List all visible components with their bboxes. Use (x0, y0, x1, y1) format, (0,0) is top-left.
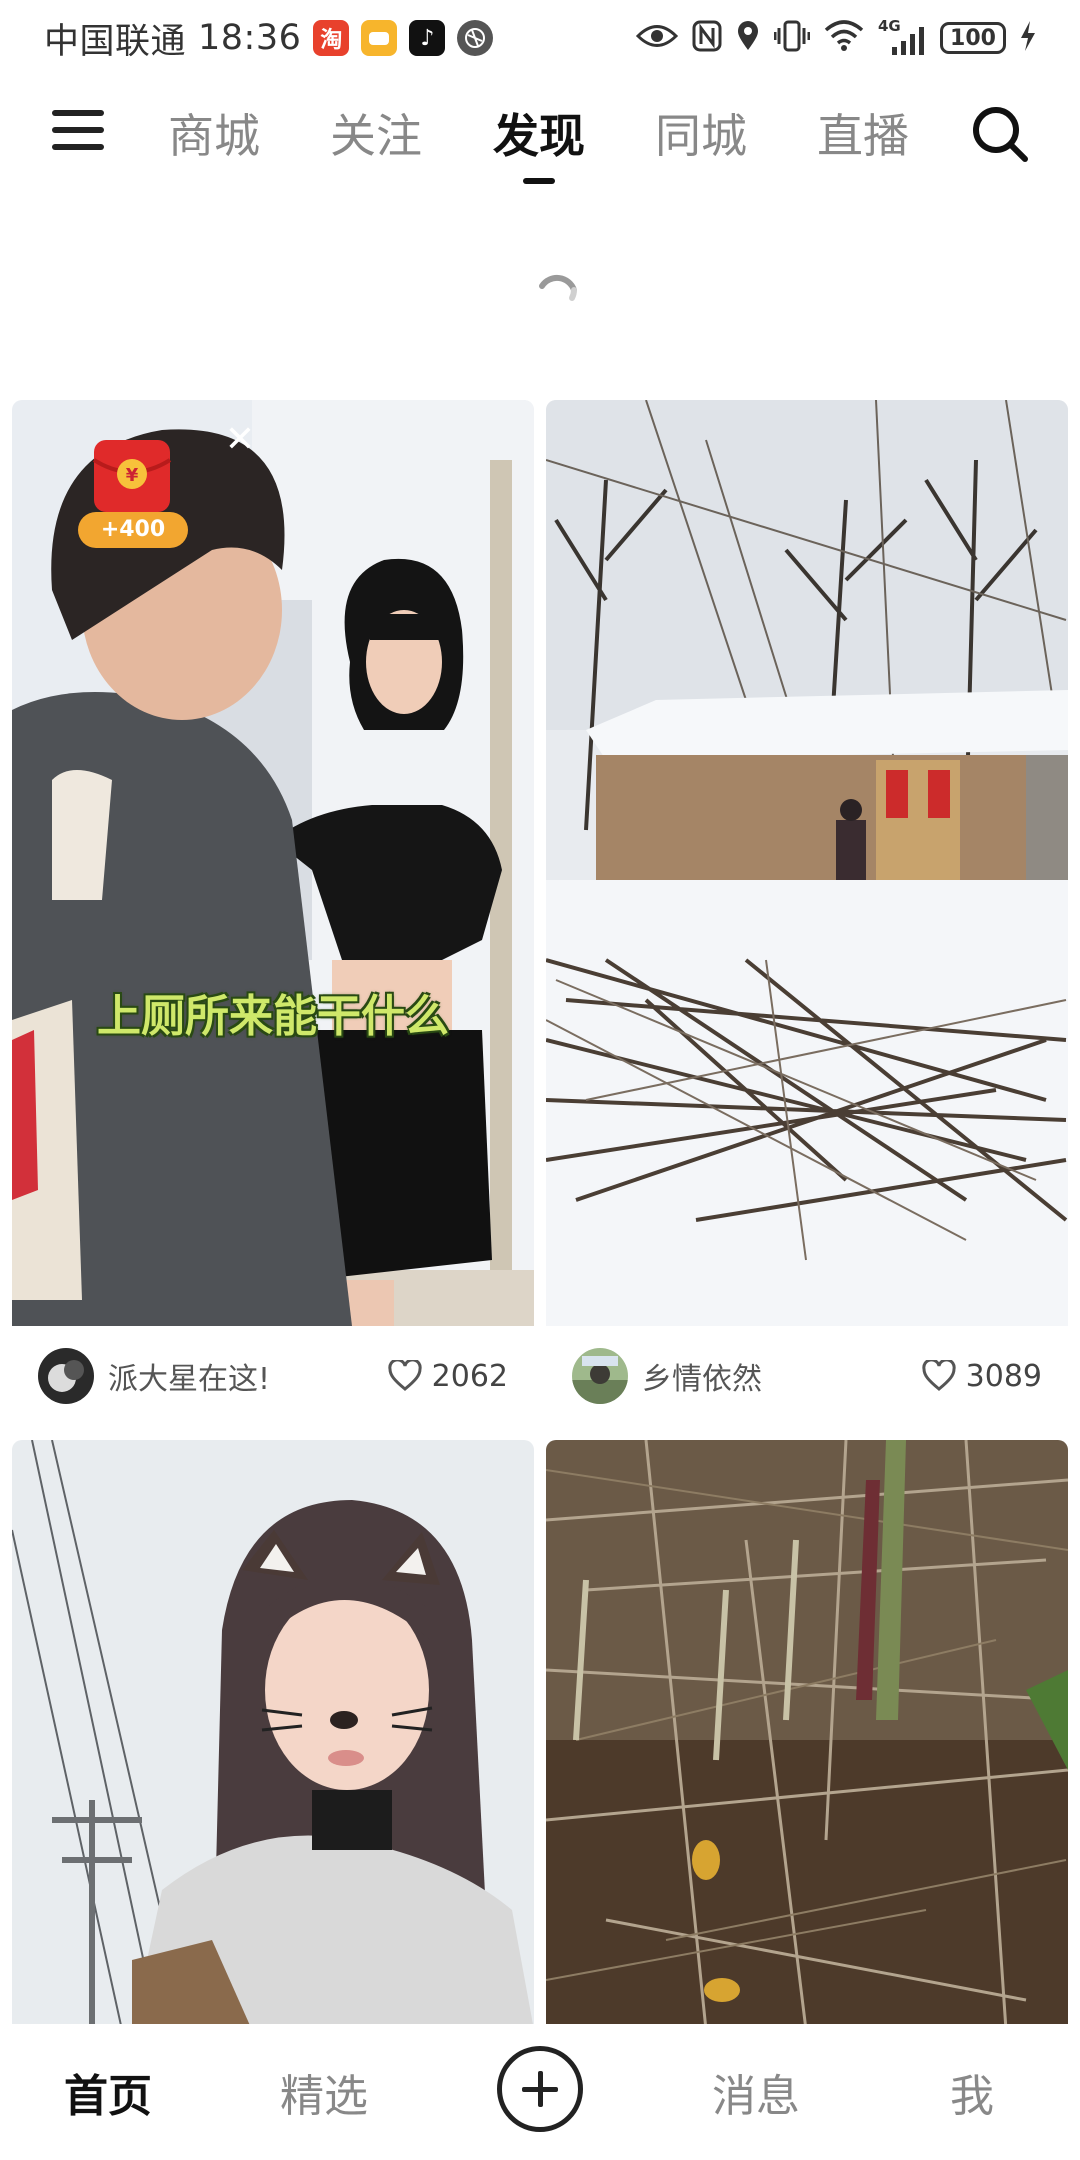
video-caption: 上厕所来能干什么 (97, 991, 449, 1042)
create-post-button[interactable] (497, 2046, 583, 2132)
taobao-icon: 淘 (313, 20, 350, 56)
author-name[interactable]: 乡情依然 (642, 1354, 762, 1398)
video-thumbnail[interactable] (546, 1440, 1068, 2030)
feed-card[interactable]: ¥ +400 ✕ 上厕所来能干什么 派大星在这! 2062 (12, 400, 534, 1426)
douyin-icon: ♪ (409, 20, 446, 56)
feed-card[interactable]: 乡情依然 3089 (546, 400, 1068, 1426)
like-button[interactable]: 3089 (922, 1359, 1042, 1394)
status-bar: 中国联通 18:36 淘 ♪ 4G 100 (0, 0, 1080, 76)
tab-discover[interactable]: 发现 (493, 100, 585, 184)
clock: 18:36 (198, 18, 302, 58)
refresh-spinner-icon (534, 266, 582, 314)
tab-discover-label: 发现 (493, 109, 585, 163)
hamburger-icon (52, 110, 104, 116)
like-button[interactable]: 2062 (388, 1359, 508, 1394)
avatar[interactable] (38, 1348, 94, 1404)
card-footer: 派大星在这! 2062 (12, 1326, 534, 1426)
author-name[interactable]: 派大星在这! (108, 1354, 270, 1398)
eye-icon (635, 23, 679, 53)
close-icon[interactable]: ✕ (220, 420, 260, 460)
bottom-nav: 首页 精选 消息 我 (0, 2024, 1080, 2160)
carrier-label: 中国联通 (44, 21, 187, 62)
avatar[interactable] (572, 1348, 628, 1404)
red-envelope-icon: ¥ (92, 440, 172, 512)
miniapp-icon (361, 20, 398, 56)
nav-featured[interactable]: 精选 (264, 2060, 384, 2124)
tab-following[interactable]: 关注 (330, 100, 422, 170)
heart-icon (922, 1360, 956, 1391)
tab-mall[interactable]: 商城 (168, 100, 260, 170)
charging-icon (1020, 21, 1036, 55)
card-footer: 乡情依然 3089 (546, 1326, 1068, 1426)
nav-me[interactable]: 我 (912, 2060, 1032, 2124)
nav-home[interactable]: 首页 (48, 2060, 168, 2124)
nav-messages[interactable]: 消息 (696, 2060, 816, 2124)
browser-icon (457, 20, 494, 56)
feed-card[interactable] (12, 1440, 534, 2030)
battery-icon: 100 (940, 22, 1006, 54)
svg-text:¥: ¥ (126, 465, 139, 486)
red-packet-reward[interactable]: ¥ +400 (78, 436, 188, 548)
red-packet-amount: +400 (78, 512, 188, 548)
menu-button[interactable] (52, 110, 104, 158)
video-thumbnail[interactable] (12, 1440, 534, 2030)
wifi-icon (824, 20, 864, 56)
nfc-icon (692, 20, 722, 56)
top-nav: 商城 关注 发现 同城 直播 (0, 90, 1080, 184)
active-tab-indicator (523, 178, 555, 184)
search-button[interactable] (970, 104, 1030, 164)
heart-icon (388, 1360, 422, 1391)
like-count: 2062 (431, 1358, 508, 1394)
cellular-signal-icon: 4G (878, 17, 926, 55)
video-thumbnail[interactable] (546, 400, 1068, 1326)
vibrate-icon (773, 20, 811, 56)
search-icon (973, 107, 1028, 162)
tab-live[interactable]: 直播 (817, 100, 909, 170)
location-icon (736, 20, 760, 56)
tab-nearby[interactable]: 同城 (655, 100, 747, 170)
feed-card[interactable] (546, 1440, 1068, 2030)
like-count: 3089 (965, 1358, 1042, 1394)
battery-level: 100 (950, 25, 996, 51)
